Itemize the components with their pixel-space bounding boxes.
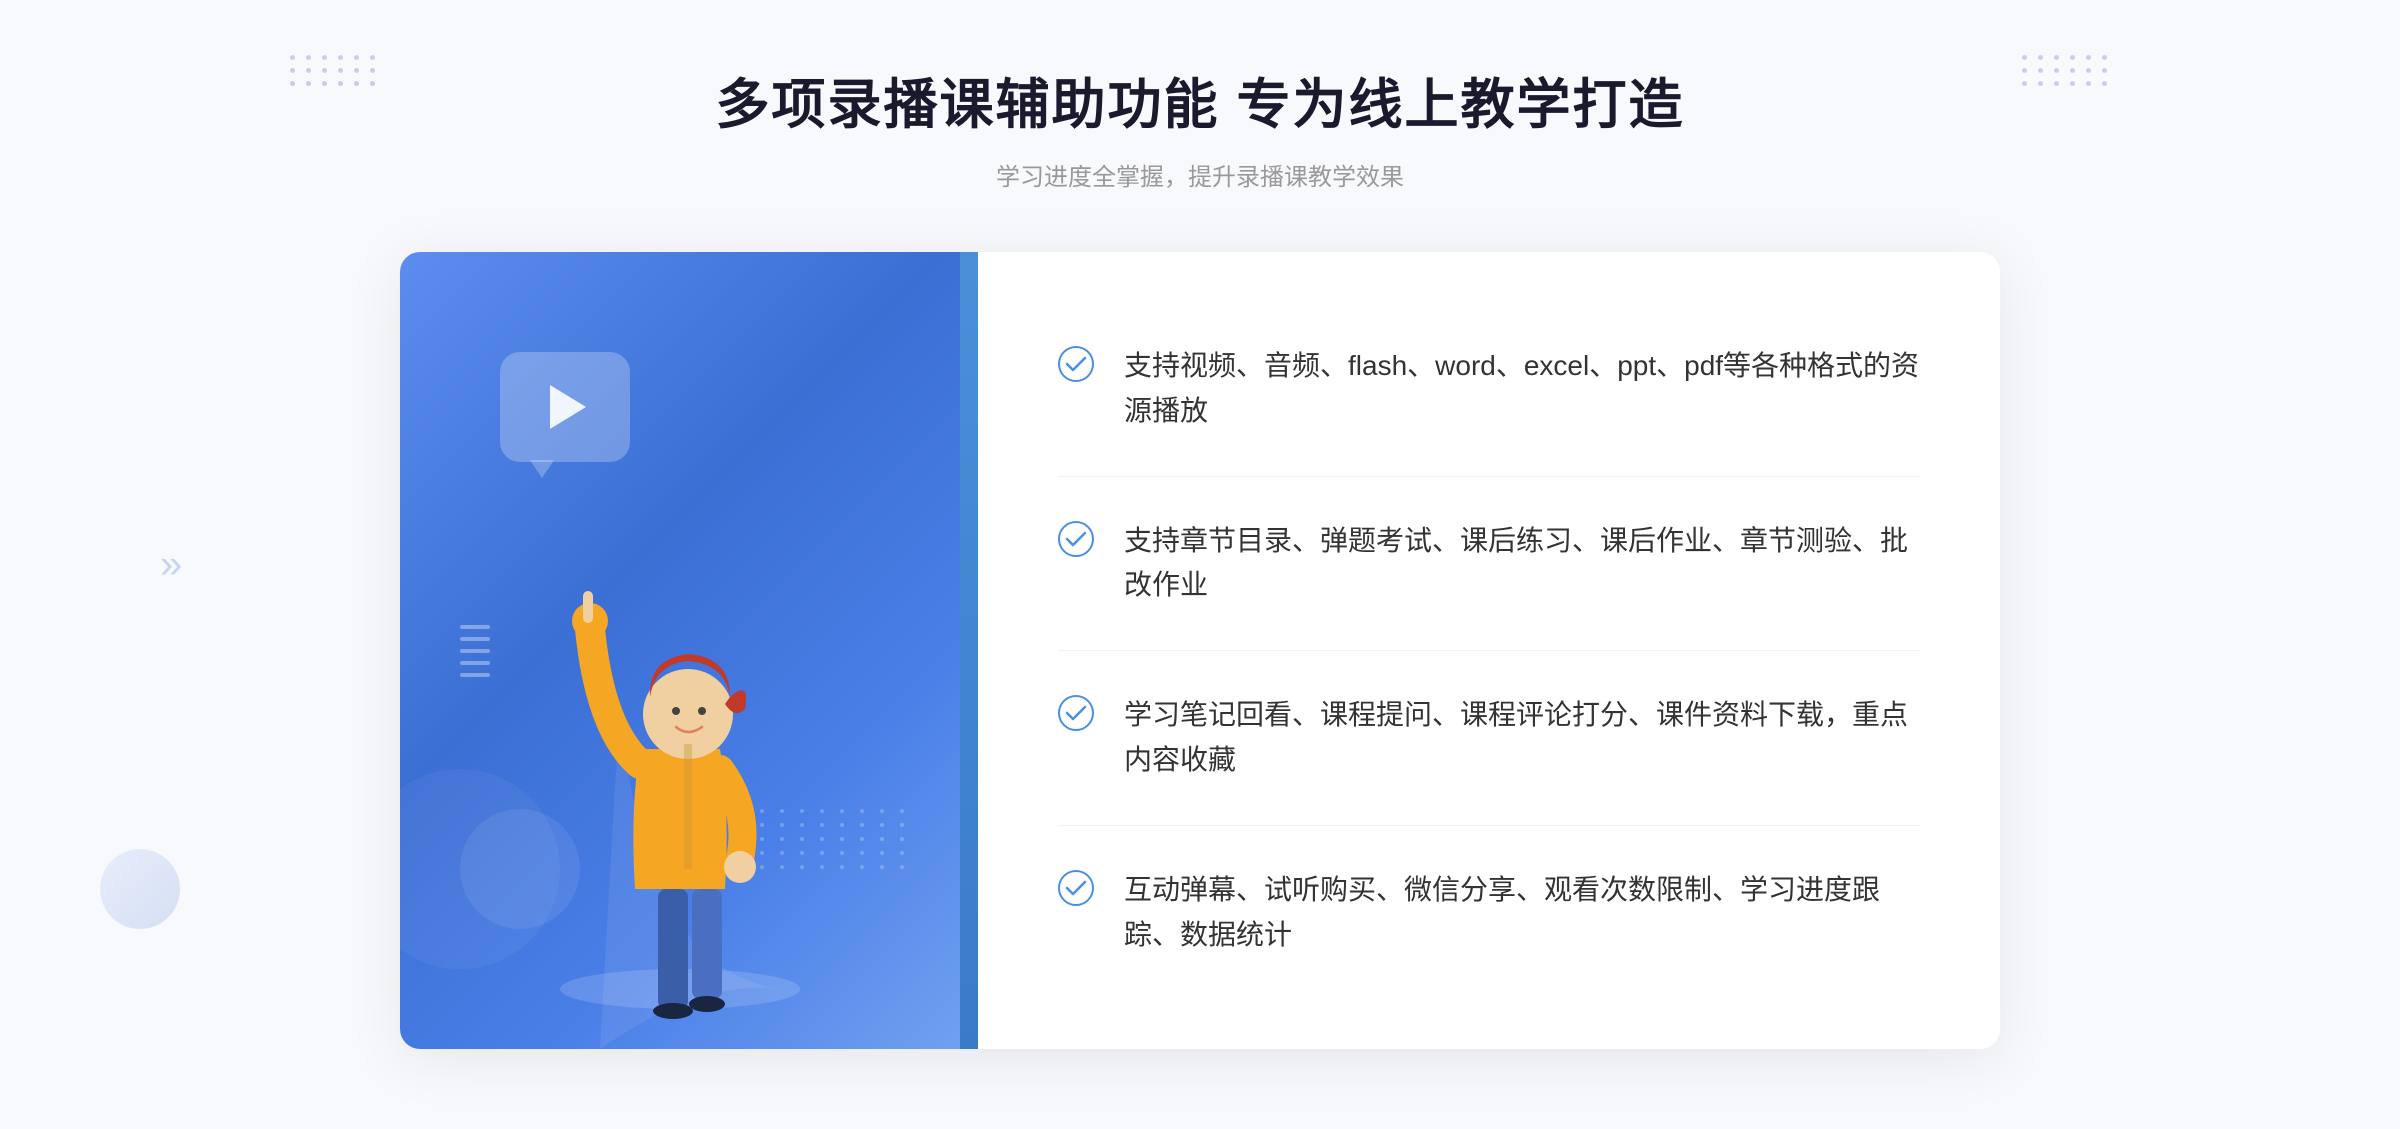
left-arrow-decoration: » <box>160 542 182 587</box>
check-circle-icon-3 <box>1058 695 1094 731</box>
feature-text-3: 学习笔记回看、课程提问、课程评论打分、课件资料下载，重点内容收藏 <box>1124 693 1920 783</box>
features-panel: 支持视频、音频、flash、word、excel、ppt、pdf等各种格式的资源… <box>978 252 2000 1049</box>
feature-text-2: 支持章节目录、弹题考试、课后练习、课后作业、章节测验、批改作业 <box>1124 519 1920 609</box>
dots-decoration-right <box>2022 55 2110 86</box>
sidebar-strip <box>960 252 978 1049</box>
sub-title: 学习进度全掌握，提升录播课教学效果 <box>715 157 1684 192</box>
check-circle-icon-2 <box>1058 521 1094 557</box>
feature-text-1: 支持视频、音频、flash、word、excel、ppt、pdf等各种格式的资源… <box>1124 344 1920 434</box>
stripes-decoration <box>460 625 490 677</box>
left-circle-decoration <box>100 849 180 929</box>
feature-item-3: 学习笔记回看、课程提问、课程评论打分、课件资料下载，重点内容收藏 <box>1058 651 1920 826</box>
feature-item-2: 支持章节目录、弹题考试、课后练习、课后作业、章节测验、批改作业 <box>1058 477 1920 652</box>
person-illustration <box>540 549 820 1049</box>
feature-item-1: 支持视频、音频、flash、word、excel、ppt、pdf等各种格式的资源… <box>1058 302 1920 477</box>
header-section: 多项录播课辅助功能 专为线上教学打造 学习进度全掌握，提升录播课教学效果 <box>715 60 1684 192</box>
check-circle-icon-1 <box>1058 346 1094 382</box>
page-container: 多项录播课辅助功能 专为线上教学打造 学习进度全掌握，提升录播课教学效果 <box>0 0 2400 1129</box>
play-icon <box>550 385 586 429</box>
main-title: 多项录播课辅助功能 专为线上教学打造 <box>715 60 1684 139</box>
feature-text-4: 互动弹幕、试听购买、微信分享、观看次数限制、学习进度跟踪、数据统计 <box>1124 868 1920 958</box>
check-circle-icon-4 <box>1058 870 1094 906</box>
play-bubble <box>500 352 630 462</box>
feature-item-4: 互动弹幕、试听购买、微信分享、观看次数限制、学习进度跟踪、数据统计 <box>1058 826 1920 1000</box>
dots-decoration-left <box>290 55 378 86</box>
chevron-icon-1: » <box>160 542 182 587</box>
illustration-panel <box>400 252 960 1049</box>
content-section: 支持视频、音频、flash、word、excel、ppt、pdf等各种格式的资源… <box>400 252 2000 1049</box>
